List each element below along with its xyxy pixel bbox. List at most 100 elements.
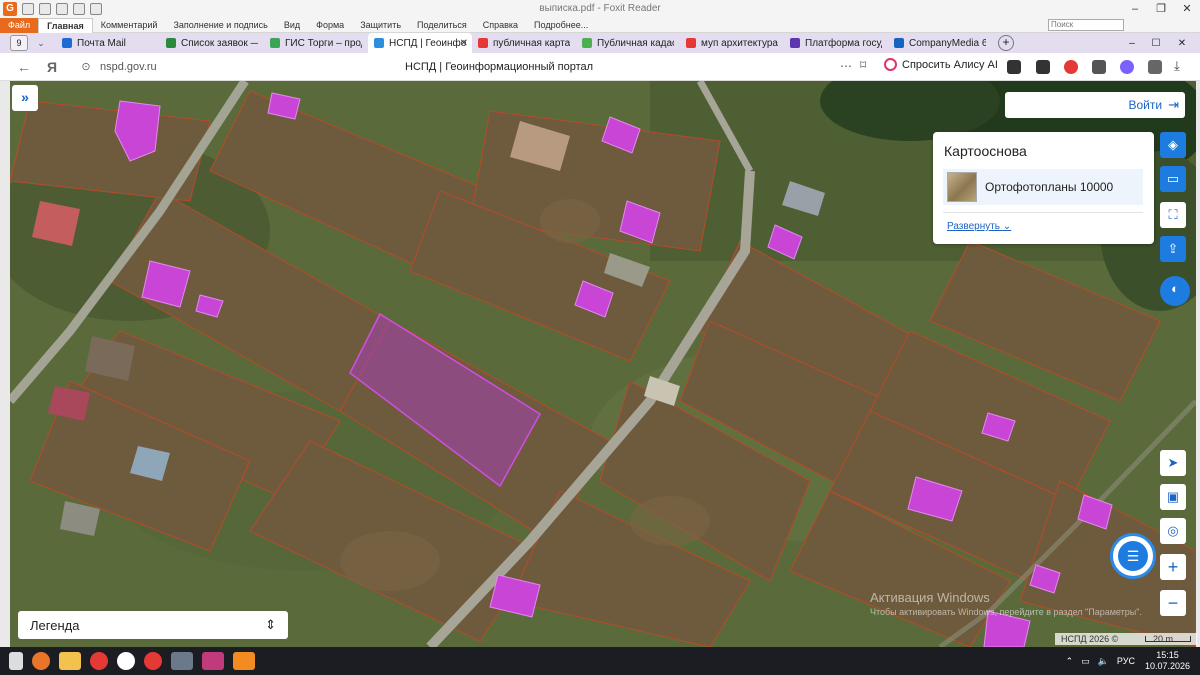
browser-tab[interactable]: CompanyMedia 6.3.1 <box>888 33 992 53</box>
tab-more[interactable]: Подробнее... <box>526 18 596 33</box>
tab-counter[interactable]: 9 <box>10 35 28 51</box>
browser-tab[interactable]: публичная карта зе <box>472 33 576 53</box>
tab-share[interactable]: Поделиться <box>409 18 475 33</box>
basemap-switch-icon[interactable]: ◐ <box>1160 276 1190 306</box>
extension-icon[interactable] <box>1064 60 1078 74</box>
extension-icon[interactable] <box>1120 60 1134 74</box>
share-icon[interactable]: ⇪ <box>1160 236 1186 262</box>
volume-icon[interactable]: 🔈 <box>1098 656 1109 667</box>
tab-protect[interactable]: Защитить <box>352 18 409 33</box>
chevron-down-icon[interactable]: ⌄ <box>34 38 48 49</box>
close-button[interactable]: ✕ <box>1172 38 1192 49</box>
foxit-title-bar: G выписка.pdf - Foxit Reader – ❐ ✕ <box>0 0 1200 18</box>
zoom-out-button[interactable]: − <box>1160 590 1186 616</box>
tab-comment[interactable]: Комментарий <box>93 18 166 33</box>
lock-icon[interactable]: ⊙ <box>76 60 96 73</box>
close-button[interactable]: ✕ <box>1174 0 1200 18</box>
windows-start-icon[interactable] <box>9 652 23 670</box>
clock[interactable]: 15:15 10.07.2026 <box>1145 650 1190 672</box>
divider <box>943 212 1143 213</box>
extension-icon[interactable] <box>1092 60 1106 74</box>
browser-tab-active[interactable]: НСПД | Геоинфор ✕ <box>368 33 472 53</box>
chevron-down-icon: ⌄ <box>1002 221 1012 232</box>
yandex-icon <box>478 38 488 48</box>
ruler-icon[interactable]: ▭ <box>1160 166 1186 192</box>
browser-tab-bar: 9 ⌄ Почта Mail Список заявок — Те ГИС То… <box>0 33 1200 53</box>
download-icon[interactable]: ⤓ <box>1174 58 1180 74</box>
extension-icon[interactable] <box>1007 60 1021 74</box>
chat-widget[interactable]: ☰ <box>1110 533 1156 579</box>
tab-form[interactable]: Форма <box>308 18 352 33</box>
copyright: НСПД 2026 © <box>1061 634 1119 644</box>
foxit-search-input[interactable]: Поиск <box>1048 19 1124 31</box>
browser-tab[interactable]: Платформа государ <box>784 33 888 53</box>
print-map-icon[interactable]: ▣ <box>1160 484 1186 510</box>
tab-fill-sign[interactable]: Заполнение и подпись <box>165 18 275 33</box>
network-icon[interactable]: ▭ <box>1081 656 1090 667</box>
expand-link[interactable]: Развернуть ⌄ <box>947 221 1011 232</box>
browser-tab[interactable]: Список заявок — Те <box>160 33 264 53</box>
tab-file[interactable]: Файл <box>0 17 39 33</box>
geolocation-icon[interactable]: ◎ <box>1160 518 1186 544</box>
select-area-icon[interactable]: ⛶ <box>1160 202 1186 228</box>
restore-button[interactable]: ❐ <box>1148 0 1174 18</box>
foxit-icon[interactable] <box>233 652 255 670</box>
basemap-layer-label: Ортофотопланы 10000 <box>985 180 1114 194</box>
chromium-icon[interactable] <box>117 652 135 670</box>
legend-toggle[interactable]: Легенда ⇕ <box>18 611 288 639</box>
yandex-browser-icon[interactable] <box>144 652 162 670</box>
mail-icon <box>62 38 72 48</box>
extensions-icon[interactable] <box>1148 60 1162 74</box>
expand-collapse-icon: ⇕ <box>265 617 276 632</box>
navigate-arrow-icon[interactable]: ➤ <box>1160 450 1186 476</box>
gis-icon <box>270 38 280 48</box>
address-bar: ← Я ⊙ nspd.gov.ru НСПД | Геоинформационн… <box>0 53 1200 81</box>
companymedia-icon <box>894 38 904 48</box>
scale-label: 20 m <box>1153 634 1174 644</box>
gmail-icon <box>166 38 176 48</box>
bookmark-icon[interactable]: ⌑ <box>860 58 866 72</box>
yandex-icon[interactable] <box>90 652 108 670</box>
tab-help[interactable]: Справка <box>475 18 526 33</box>
ask-alice-button[interactable]: Спросить Алису AI <box>884 58 998 71</box>
expand-sidebar-button[interactable]: » <box>12 85 38 111</box>
back-arrow-icon[interactable]: ← <box>14 59 34 75</box>
calendar-icon[interactable] <box>202 652 224 670</box>
tab-view[interactable]: Вид <box>276 18 308 33</box>
login-button[interactable]: Войти ⇥ <box>1005 92 1185 118</box>
yandex-logo-icon[interactable]: Я <box>42 59 62 75</box>
browser-tab[interactable]: Публичная кадастр <box>576 33 680 53</box>
cadastre-icon <box>582 38 592 48</box>
language-indicator[interactable]: РУС <box>1117 656 1135 666</box>
basemap-title: Картооснова <box>944 143 1027 159</box>
chevron-up-icon[interactable]: ⌃ <box>1066 656 1074 667</box>
firefox-icon[interactable] <box>32 652 50 670</box>
zoom-in-button[interactable]: + <box>1160 554 1186 580</box>
system-tray: ⌃ ▭ 🔈 РУС 15:15 10.07.2026 <box>1058 647 1190 675</box>
close-tab-icon[interactable]: ✕ <box>460 38 468 49</box>
browser-tab[interactable]: муп архитектура ис <box>680 33 784 53</box>
app-icon[interactable] <box>171 652 193 670</box>
browser-tab[interactable]: Почта Mail <box>56 33 160 53</box>
gosuslugi-icon <box>790 38 800 48</box>
basemap-layer-item[interactable]: Ортофотопланы 10000 <box>943 169 1143 205</box>
url-field[interactable]: nspd.gov.ru <box>100 61 157 73</box>
foxit-left-panel <box>0 81 10 647</box>
orthophoto-thumbnail <box>947 172 977 202</box>
page-title: НСПД | Геоинформационный портал <box>405 60 594 73</box>
tab-home[interactable]: Главная <box>38 17 93 33</box>
more-icon[interactable]: ⋯ <box>840 59 852 73</box>
windows-activation-watermark: Активация Windows Чтобы активировать Win… <box>870 590 1142 617</box>
scale-bar: НСПД 2026 © 20 m <box>1055 633 1197 645</box>
layers-icon[interactable]: ◈ <box>1160 132 1186 158</box>
login-arrow-icon: ⇥ <box>1168 97 1179 112</box>
folder-icon[interactable] <box>59 652 81 670</box>
maximize-button[interactable]: ☐ <box>1146 38 1166 49</box>
browser-tab[interactable]: ГИС Торги – прода <box>264 33 368 53</box>
minimize-button[interactable]: – <box>1122 38 1142 49</box>
alice-icon <box>884 58 897 71</box>
basemap-panel: Картооснова Ортофотопланы 10000 Разверну… <box>933 132 1154 244</box>
minimize-button[interactable]: – <box>1122 0 1148 18</box>
extension-icon[interactable] <box>1036 60 1050 74</box>
new-tab-button[interactable]: + <box>998 35 1014 51</box>
